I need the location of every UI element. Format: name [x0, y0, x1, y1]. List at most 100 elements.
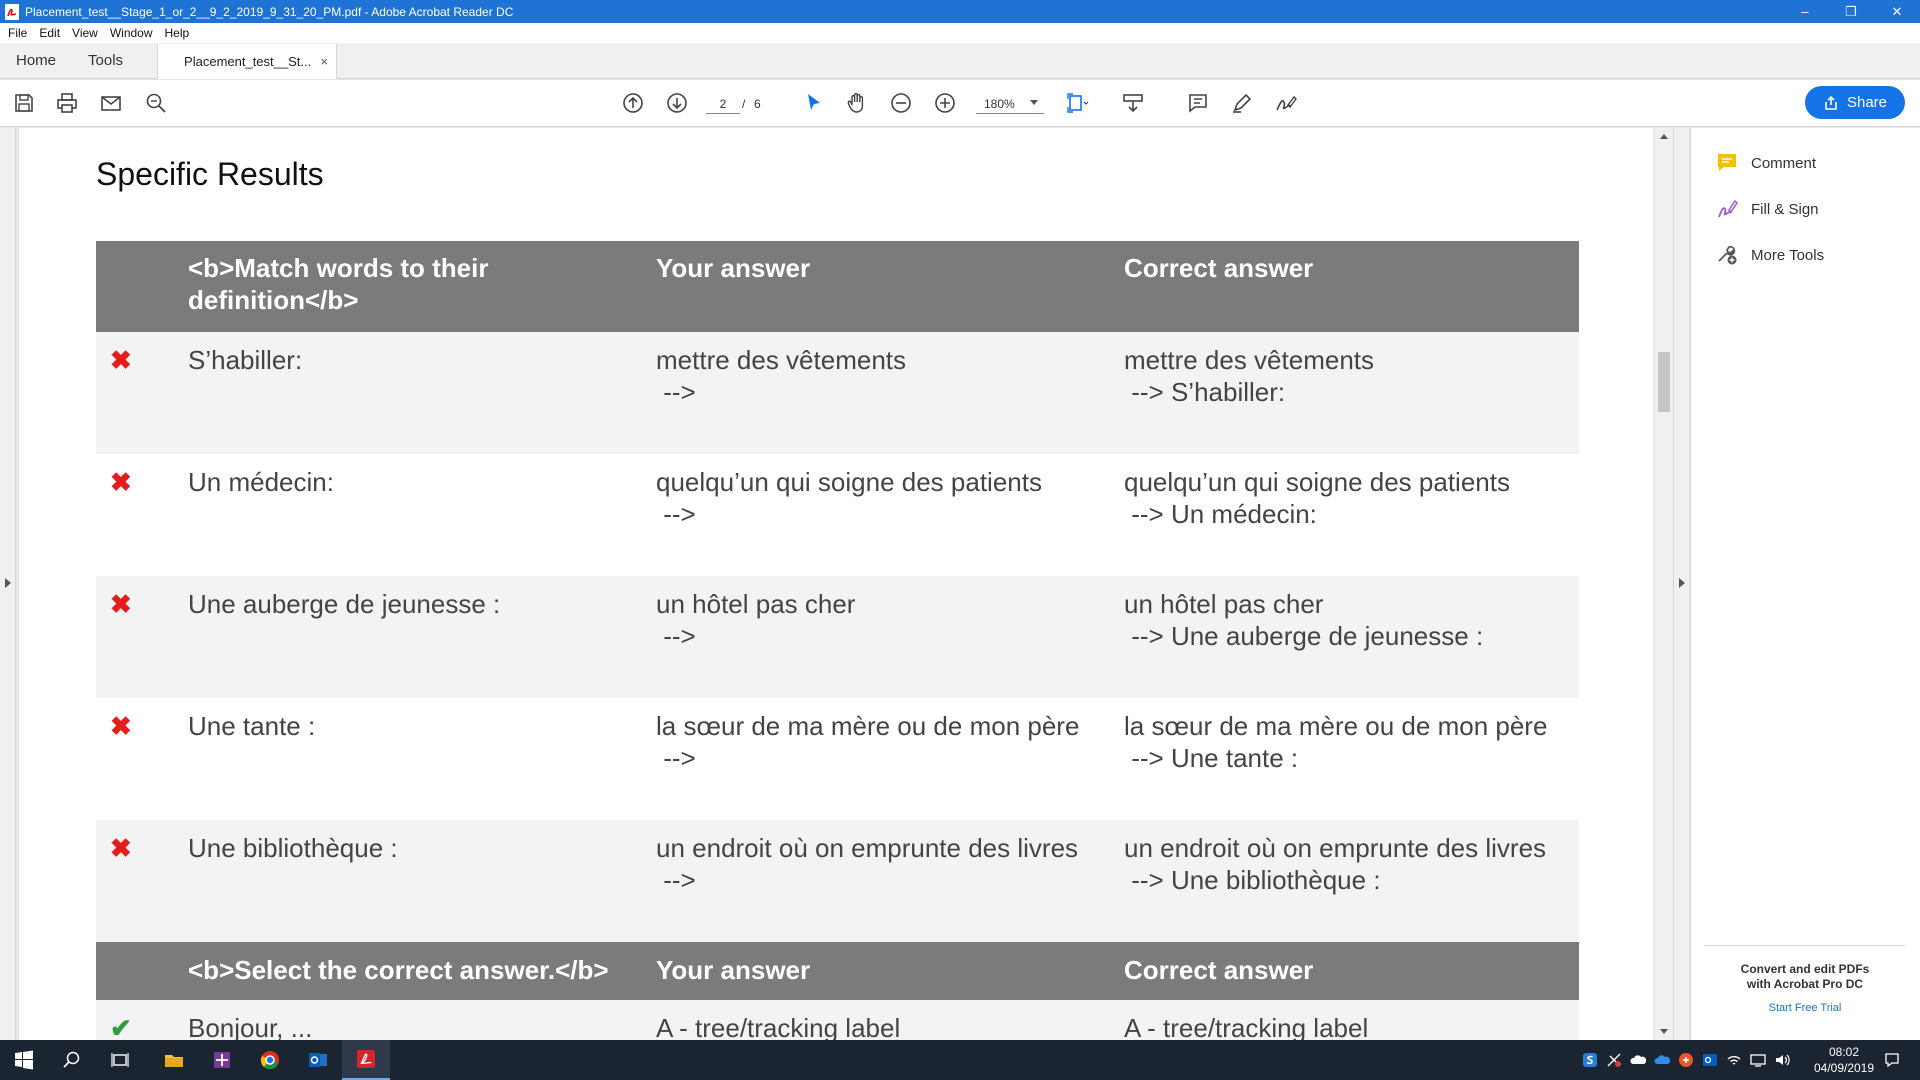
onedrive-business-icon[interactable]: [1654, 1052, 1670, 1068]
correct-answer-text: mettre des vêtements --> S’habiller:: [1124, 344, 1579, 408]
table-row: ✖ Une tante : la sœur de ma mère ou de m…: [96, 698, 1579, 820]
display-icon[interactable]: [1750, 1052, 1766, 1068]
acrobat-app-icon: [5, 3, 19, 20]
left-panel-toggle[interactable]: [0, 128, 16, 1040]
document-tab-label: Placement_test__St...: [184, 54, 312, 69]
right-panel-toggle[interactable]: [1673, 128, 1689, 1040]
hand-tool-icon[interactable]: [844, 90, 870, 116]
previous-page-icon[interactable]: [620, 90, 646, 116]
select-cursor-icon[interactable]: [800, 90, 826, 116]
tool-label: Fill & Sign: [1751, 200, 1819, 218]
tool-more-tools[interactable]: More Tools: [1715, 243, 1824, 267]
tab-tools[interactable]: Tools: [72, 43, 139, 78]
menu-file[interactable]: File: [8, 26, 27, 40]
file-explorer-icon[interactable]: [150, 1040, 198, 1080]
your-answer-text: la sœur de ma mère ou de mon père -->: [656, 710, 1116, 774]
menu-help[interactable]: Help: [165, 26, 190, 40]
answer-line: quelqu’un qui soigne des patients: [656, 467, 1042, 497]
menu-edit[interactable]: Edit: [39, 26, 60, 40]
page-heading: Specific Results: [96, 156, 324, 192]
question-text: Un médecin:: [188, 467, 334, 497]
tab-document[interactable]: Placement_test__St... ×: [157, 44, 338, 79]
question-text: Une tante :: [188, 711, 316, 741]
acrobat-taskbar-icon[interactable]: [342, 1040, 390, 1080]
tab-home[interactable]: Home: [0, 43, 72, 78]
email-icon[interactable]: [98, 90, 124, 116]
menu-window[interactable]: Window: [110, 26, 153, 40]
answer-line: --> Un médecin:: [1124, 499, 1317, 529]
incorrect-icon: ✖: [110, 711, 132, 741]
correct-icon: ✔: [110, 1013, 132, 1040]
results-table: <b>Match words to their definition</b> Y…: [96, 241, 1579, 1040]
search-icon[interactable]: [48, 1040, 96, 1080]
scroll-up-icon[interactable]: [1660, 134, 1668, 139]
next-page-icon[interactable]: [664, 90, 690, 116]
tool-comment[interactable]: Comment: [1715, 151, 1816, 175]
chevron-right-icon: [5, 578, 11, 588]
volume-icon[interactable]: [1774, 1052, 1790, 1068]
table-header-row: <b>Select the correct answer.</b> Your a…: [96, 942, 1579, 1000]
highlight-pen-icon[interactable]: [1229, 90, 1255, 116]
find-icon[interactable]: [143, 90, 169, 116]
page-total: 6: [754, 97, 761, 111]
your-answer-text: mettre des vêtements -->: [656, 344, 1116, 408]
minimize-button[interactable]: –: [1782, 0, 1828, 23]
restore-button[interactable]: ❐: [1828, 0, 1874, 23]
fill-sign-tool-icon: [1718, 199, 1738, 218]
sign-icon[interactable]: [1273, 90, 1299, 116]
more-tools-icon: [1718, 245, 1737, 265]
table-row: ✖ S’habiller: mettre des vêtements --> m…: [96, 332, 1579, 454]
answer-line: --> Une auberge de jeunesse :: [1124, 621, 1484, 651]
start-free-trial-link[interactable]: Start Free Trial: [1705, 1002, 1905, 1014]
save-icon[interactable]: [11, 90, 37, 116]
table-row: ✖ Une auberge de jeunesse : un hôtel pas…: [96, 576, 1579, 698]
answer-line: --> S’habiller:: [1124, 377, 1286, 407]
toolbar: 2 / 6 180%: [0, 80, 1920, 127]
menu-view[interactable]: View: [72, 26, 98, 40]
chevron-down-icon[interactable]: [1030, 100, 1038, 105]
header-your-answer: Your answer: [656, 955, 811, 985]
comment-icon[interactable]: [1185, 90, 1211, 116]
skype-business-icon[interactable]: [1582, 1052, 1598, 1068]
answer-line: -->: [656, 499, 696, 529]
page-fit-icon[interactable]: [1064, 90, 1090, 116]
scrollbar-thumb[interactable]: [1658, 352, 1670, 412]
header-question: <b>Select the correct answer.</b>: [188, 955, 609, 985]
task-view-icon[interactable]: [96, 1040, 144, 1080]
chrome-icon[interactable]: [246, 1040, 294, 1080]
zoom-in-icon[interactable]: [932, 90, 958, 116]
tool-fill-sign[interactable]: Fill & Sign: [1715, 197, 1819, 221]
answer-line: la sœur de ma mère ou de mon père: [656, 711, 1080, 741]
notifications-icon[interactable]: [1884, 1052, 1900, 1068]
answer-line: -->: [656, 621, 696, 651]
scroll-down-icon[interactable]: [1660, 1029, 1668, 1034]
comment-tool-icon: [1718, 154, 1736, 171]
antivirus-icon[interactable]: [1678, 1052, 1694, 1068]
incorrect-icon: ✖: [110, 467, 132, 497]
answer-line: un hôtel pas cher: [1124, 589, 1324, 619]
onenote-app-icon[interactable]: [198, 1040, 246, 1080]
print-icon[interactable]: [54, 90, 80, 116]
page-number-input[interactable]: 2: [706, 94, 740, 114]
outlook-icon[interactable]: [294, 1040, 342, 1080]
wifi-icon[interactable]: [1726, 1052, 1742, 1068]
promo-title: with Acrobat Pro DC: [1746, 977, 1864, 991]
scroll-mode-icon[interactable]: [1120, 90, 1146, 116]
correct-answer-text: la sœur de ma mère ou de mon père --> Un…: [1124, 710, 1579, 774]
vertical-scrollbar[interactable]: [1655, 128, 1673, 1040]
outlook-tray-icon[interactable]: [1702, 1052, 1718, 1068]
answer-line: mettre des vêtements: [1124, 345, 1374, 375]
zoom-out-icon[interactable]: [888, 90, 914, 116]
network-settings-icon[interactable]: [1606, 1052, 1622, 1068]
close-window-button[interactable]: ✕: [1874, 0, 1920, 23]
correct-answer-text: un hôtel pas cher --> Une auberge de jeu…: [1124, 588, 1579, 652]
onedrive-icon[interactable]: [1630, 1052, 1646, 1068]
page-separator: /: [742, 97, 746, 111]
taskbar: 08:02 04/09/2019: [0, 1040, 1920, 1080]
windows-start-icon[interactable]: [0, 1040, 48, 1080]
share-label: Share: [1846, 94, 1888, 111]
correct-answer-text: quelqu’un qui soigne des patients --> Un…: [1124, 466, 1579, 530]
close-tab-button[interactable]: ×: [320, 54, 328, 69]
system-clock[interactable]: 08:02 04/09/2019: [1808, 1044, 1880, 1076]
share-button[interactable]: Share: [1805, 86, 1905, 119]
